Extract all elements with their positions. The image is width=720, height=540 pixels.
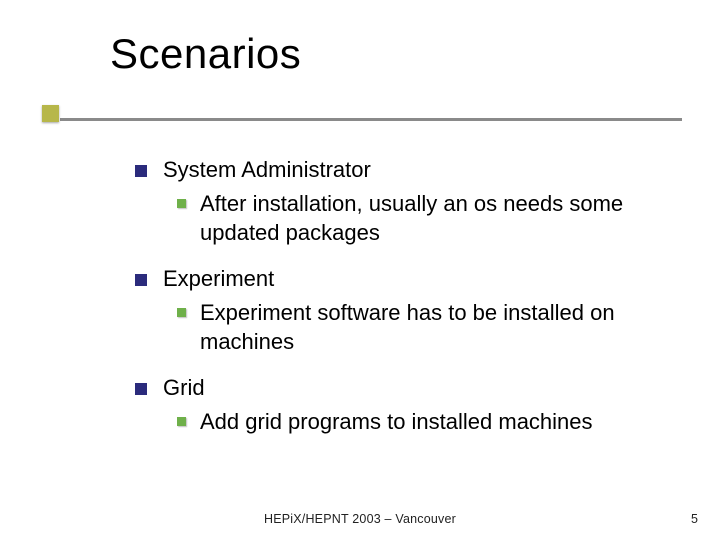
list-item-header: System Administrator xyxy=(135,155,670,185)
page-number: 5 xyxy=(691,512,698,526)
square-bullet-icon xyxy=(135,165,147,177)
list-item-label: Experiment xyxy=(163,264,274,294)
list-item: Experiment Experiment software has to be… xyxy=(135,264,670,357)
square-bullet-icon xyxy=(177,417,186,426)
sub-list-item: Add grid programs to installed machines xyxy=(177,407,670,437)
square-bullet-icon xyxy=(177,308,186,317)
square-bullet-icon xyxy=(135,274,147,286)
sub-list-item-text: Add grid programs to installed machines xyxy=(200,407,670,437)
footer-text: HEPiX/HEPNT 2003 – Vancouver xyxy=(0,512,720,526)
list-item-label: Grid xyxy=(163,373,205,403)
list-item-label: System Administrator xyxy=(163,155,371,185)
list-item-header: Experiment xyxy=(135,264,670,294)
sub-list-item: After installation, usually an os needs … xyxy=(177,189,670,248)
sub-list-item-text: After installation, usually an os needs … xyxy=(200,189,670,248)
list-item-header: Grid xyxy=(135,373,670,403)
title-underline xyxy=(60,118,682,121)
slide-title: Scenarios xyxy=(110,30,301,78)
accent-square-icon xyxy=(42,105,59,122)
sub-list-item: Experiment software has to be installed … xyxy=(177,298,670,357)
square-bullet-icon xyxy=(135,383,147,395)
sub-list-item-text: Experiment software has to be installed … xyxy=(200,298,670,357)
content-area: System Administrator After installation,… xyxy=(135,155,670,453)
slide: Scenarios System Administrator After ins… xyxy=(0,0,720,540)
square-bullet-icon xyxy=(177,199,186,208)
list-item: System Administrator After installation,… xyxy=(135,155,670,248)
list-item: Grid Add grid programs to installed mach… xyxy=(135,373,670,436)
